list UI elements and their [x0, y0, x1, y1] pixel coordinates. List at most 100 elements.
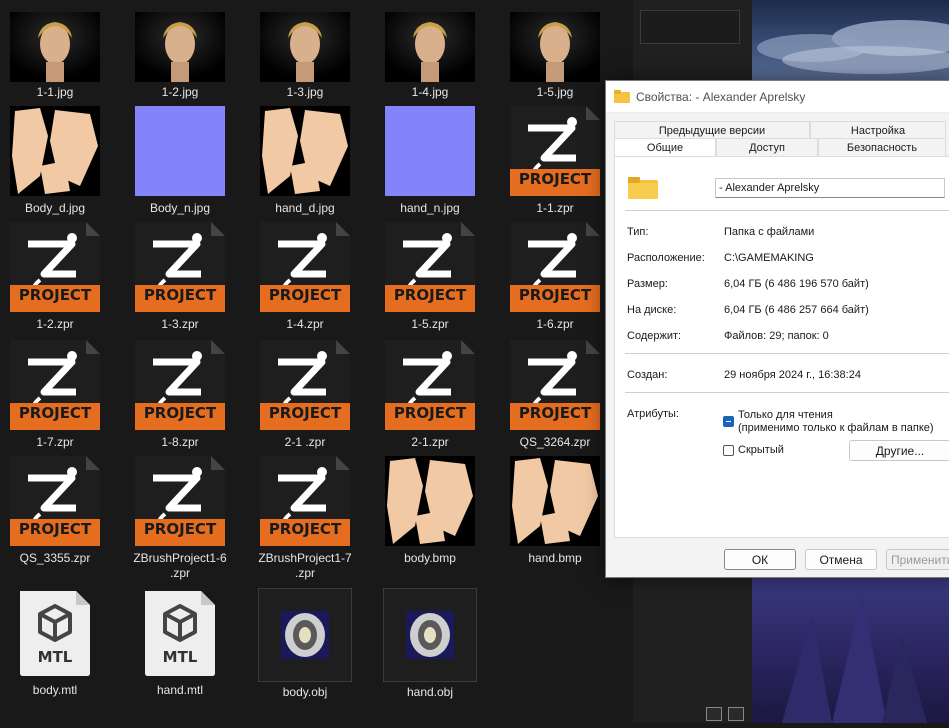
file-item[interactable]: PROJECT 1-4.zpr — [250, 222, 360, 340]
project-badge-label: PROJECT — [518, 170, 592, 188]
file-item[interactable]: PROJECT 1-2.zpr — [0, 222, 110, 340]
tiles-view-icon[interactable] — [728, 707, 744, 721]
file-name: QS_3264.zpr — [519, 435, 591, 449]
file-item[interactable]: Body_d.jpg — [0, 106, 110, 224]
project-badge-label: PROJECT — [18, 520, 92, 538]
file-item[interactable]: body.bmp — [375, 456, 485, 574]
file-item[interactable]: hand.obj — [375, 587, 485, 706]
file-item[interactable]: MTL hand.mtl — [125, 588, 235, 706]
mtl-badge-label: MTL — [37, 648, 73, 666]
file-item[interactable]: PROJECT 1-5.zpr — [375, 222, 485, 340]
file-item[interactable]: hand_n.jpg — [375, 106, 485, 224]
image-thumbnail — [135, 106, 225, 200]
zbrush-project-icon: PROJECT — [510, 340, 600, 434]
file-name: 1-5.zpr — [411, 317, 449, 331]
image-thumbnail — [385, 106, 475, 200]
zbrush-project-icon: PROJECT — [10, 222, 100, 316]
project-badge-label: PROJECT — [143, 404, 217, 422]
file-item[interactable]: PROJECT 1-7.zpr — [0, 340, 110, 458]
file-name: 2-1 .zpr — [284, 435, 326, 449]
material-file-icon: MTL — [135, 588, 225, 682]
image-thumbnail — [385, 456, 475, 550]
tab-previous-versions[interactable]: Предыдущие версии — [614, 121, 810, 139]
image-thumbnail — [260, 12, 350, 86]
file-item[interactable]: body.obj — [250, 587, 360, 706]
file-name: QS_3355.zpr — [19, 551, 91, 565]
file-name: 1-5.jpg — [536, 85, 574, 99]
file-item[interactable]: PROJECT QS_3264.zpr — [500, 340, 610, 458]
image-thumbnail — [510, 456, 600, 550]
file-item[interactable]: PROJECT 1-6.zpr — [500, 222, 610, 340]
file-item[interactable]: PROJECT 1-8.zpr — [125, 340, 235, 458]
apply-button[interactable]: Применить — [886, 549, 949, 570]
file-name: hand_n.jpg — [400, 201, 460, 215]
file-name: 1-4.zpr — [286, 317, 324, 331]
cancel-button[interactable]: Отмена — [805, 549, 877, 570]
file-item[interactable]: hand.bmp — [500, 456, 610, 574]
file-name: body.bmp — [404, 551, 456, 565]
tab-security[interactable]: Безопасность — [818, 138, 946, 156]
file-name: 1-4.jpg — [411, 85, 449, 99]
zbrush-project-icon: PROJECT — [260, 340, 350, 434]
tab-customize[interactable]: Настройка — [810, 121, 946, 139]
file-item[interactable]: hand_d.jpg — [250, 106, 360, 224]
zbrush-project-icon: PROJECT — [385, 222, 475, 316]
divider — [625, 392, 949, 393]
file-item[interactable]: Body_n.jpg — [125, 106, 235, 224]
file-item[interactable]: MTL body.mtl — [0, 588, 110, 706]
project-badge-label: PROJECT — [143, 520, 217, 538]
file-name: hand.bmp — [528, 551, 582, 565]
file-name: body.obj — [282, 685, 328, 699]
zbrush-project-icon: PROJECT — [10, 456, 100, 550]
project-badge-label: PROJECT — [268, 286, 342, 304]
project-badge-label: PROJECT — [518, 286, 592, 304]
desktop-wallpaper-top — [752, 0, 949, 80]
zbrush-project-icon: PROJECT — [135, 222, 225, 316]
hidden-checkbox[interactable] — [723, 445, 734, 456]
readonly-label: Только для чтения (применимо только к фа… — [738, 409, 934, 434]
file-item[interactable]: PROJECT 2-1.zpr — [375, 340, 485, 458]
ok-button[interactable]: ОК — [724, 549, 796, 570]
address-box[interactable] — [640, 10, 740, 44]
project-badge-label: PROJECT — [18, 404, 92, 422]
mtl-badge-label: MTL — [162, 648, 198, 666]
file-explorer: 1-1.jpg 1-2.jpg 1-3.jpg 1-4.jpg 1-5.jpg … — [0, 0, 633, 723]
zbrush-project-icon: PROJECT — [510, 222, 600, 316]
file-name: 1-7.zpr — [36, 435, 74, 449]
file-item[interactable]: PROJECT 1-3.zpr — [125, 222, 235, 340]
file-name: hand.mtl — [156, 683, 204, 697]
image-thumbnail — [10, 12, 100, 86]
project-badge-label: PROJECT — [268, 520, 342, 538]
divider — [625, 210, 949, 211]
project-badge-label: PROJECT — [393, 286, 467, 304]
file-name: Body_n.jpg — [149, 201, 211, 215]
file-name: 1-2.jpg — [161, 85, 199, 99]
file-name: 1-6.zpr — [536, 317, 574, 331]
file-name: ZBrushProject1-7 .zpr — [258, 551, 352, 580]
readonly-checkbox[interactable] — [723, 416, 734, 427]
zbrush-project-icon: PROJECT — [260, 456, 350, 550]
file-item[interactable]: PROJECT 2-1 .zpr — [250, 340, 360, 458]
zbrush-project-icon: PROJECT — [10, 340, 100, 434]
file-name: 1-2.zpr — [36, 317, 74, 331]
file-item[interactable]: PROJECT ZBrushProject1-7 .zpr — [250, 456, 360, 580]
folder-name-input[interactable]: - Alexander Aprelsky — [715, 178, 945, 198]
advanced-button[interactable]: Другие... — [849, 440, 949, 461]
tab-general[interactable]: Общие — [614, 138, 716, 157]
file-item[interactable]: PROJECT ZBrushProject1-6 .zpr — [125, 456, 235, 580]
file-name: body.mtl — [32, 683, 78, 697]
file-name: ZBrushProject1-6 .zpr — [133, 551, 227, 580]
file-item[interactable]: PROJECT QS_3355.zpr — [0, 456, 110, 574]
material-file-icon: MTL — [10, 588, 100, 682]
file-name: 1-1.jpg — [36, 85, 74, 99]
tab-sharing[interactable]: Доступ — [716, 138, 818, 156]
project-badge-label: PROJECT — [143, 286, 217, 304]
file-item[interactable]: PROJECT 1-1.zpr — [500, 106, 610, 224]
details-view-icon[interactable] — [706, 707, 722, 721]
zbrush-project-icon: PROJECT — [385, 340, 475, 434]
project-badge-label: PROJECT — [18, 286, 92, 304]
image-thumbnail — [10, 106, 100, 200]
file-name: 1-3.zpr — [161, 317, 199, 331]
file-name: 1-3.jpg — [286, 85, 324, 99]
project-badge-label: PROJECT — [393, 404, 467, 422]
